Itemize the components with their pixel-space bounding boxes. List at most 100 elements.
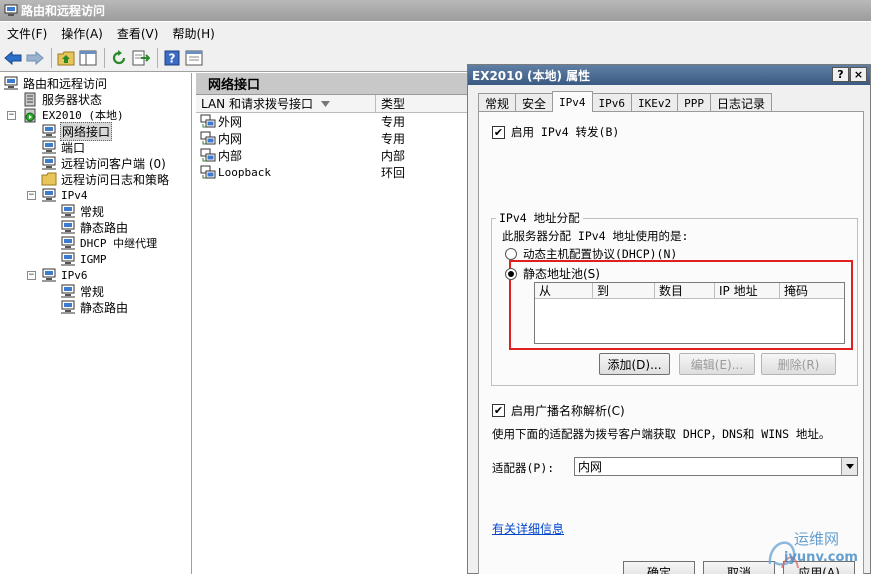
tree-node-ipv4-general[interactable]: 常规: [60, 203, 105, 219]
list-item[interactable]: 内部 内部: [196, 147, 468, 164]
toolbar-separator: [157, 47, 158, 68]
adapter-select[interactable]: 内网: [574, 457, 858, 476]
tree-node-remote-clients[interactable]: 远程访问客户端 (0): [41, 155, 167, 171]
tab-ipv6[interactable]: IPv6: [591, 93, 633, 112]
column-header-ip-address[interactable]: IP 地址: [715, 283, 780, 298]
network-interface-icon: [42, 124, 56, 137]
dhcp-relay-icon: [61, 236, 75, 249]
network-adapter-icon: [200, 165, 216, 179]
up-folder-icon[interactable]: [56, 48, 76, 68]
back-arrow-icon[interactable]: [3, 48, 23, 68]
rras-computer-icon: [4, 76, 18, 89]
protocol-icon: [42, 188, 56, 201]
enable-ipv4-forwarding-checkbox[interactable]: ✔ 启用 IPv4 转发(B): [492, 124, 619, 140]
tree-label: IPv6: [61, 268, 88, 282]
dropdown-arrow-icon[interactable]: [841, 458, 857, 475]
tree-node-dhcp-relay[interactable]: DHCP 中继代理: [60, 235, 158, 251]
tree-label: 端口: [61, 140, 86, 155]
column-header-from[interactable]: 从: [535, 283, 593, 298]
column-header-to[interactable]: 到: [593, 283, 655, 298]
tree-node-ipv6[interactable]: IPv6: [41, 267, 89, 283]
menu-view[interactable]: 查看(V): [110, 25, 166, 42]
radio-button[interactable]: [505, 248, 517, 260]
radio-static-pool[interactable]: 静态地址池(S): [505, 265, 600, 282]
properties-dialog: EX2010 (本地) 属性 ? × 常规 安全 IPv4 IPv6 IKEv2…: [467, 64, 871, 574]
menu-bar: 文件(F) 操作(A) 查看(V) 帮助(H): [0, 22, 871, 44]
network-adapter-icon: [200, 148, 216, 162]
tree-node-ipv4-static-routes[interactable]: 静态路由: [60, 219, 129, 235]
help-icon[interactable]: ?: [162, 48, 182, 68]
list-item[interactable]: Loopback 环回: [196, 164, 468, 181]
tree-node-server-status[interactable]: 服务器状态: [22, 91, 103, 107]
tree-label: 静态路由: [80, 220, 129, 235]
list-item[interactable]: 内网 专用: [196, 130, 468, 147]
tree-node-ports[interactable]: 端口: [41, 139, 86, 155]
tab-security[interactable]: 安全: [515, 93, 554, 112]
enable-broadcast-checkbox[interactable]: ✔ 启用广播名称解析(C): [492, 402, 625, 419]
close-button[interactable]: ×: [850, 67, 867, 82]
tree-node-ipv6-static-routes[interactable]: 静态路由: [60, 299, 129, 315]
static-route-icon: [61, 300, 75, 313]
assignment-description: 此服务器分配 IPv4 地址使用的是:: [502, 229, 689, 243]
column-header-count[interactable]: 数目: [655, 283, 715, 298]
tree-node-logging-policy[interactable]: 远程访问日志和策略: [41, 171, 170, 187]
column-header-mask[interactable]: 掩码: [780, 283, 835, 298]
tree-label: 常规: [80, 204, 105, 219]
adapter-label: 适配器(P):: [492, 461, 555, 475]
tab-ipv4[interactable]: IPv4: [552, 91, 593, 112]
tree-node-ipv4[interactable]: IPv4: [41, 187, 89, 203]
tree-node-network-interfaces[interactable]: 网络接口: [41, 121, 113, 141]
ports-icon: [42, 140, 56, 153]
menu-help[interactable]: 帮助(H): [165, 25, 221, 42]
properties-icon[interactable]: [184, 48, 204, 68]
network-adapter-icon: [200, 114, 216, 128]
help-question-button[interactable]: ?: [832, 67, 849, 82]
column-header-type[interactable]: 类型: [376, 95, 468, 112]
more-info-link[interactable]: 有关详细信息: [492, 520, 564, 537]
checkbox-box[interactable]: ✔: [492, 404, 505, 417]
svg-text:?: ?: [169, 51, 176, 65]
remove-button[interactable]: 删除(R): [761, 353, 836, 375]
folder-icon: [41, 172, 57, 185]
tree-node-ipv6-general[interactable]: 常规: [60, 283, 105, 299]
tree-label: IGMP: [80, 252, 107, 266]
group-title: IPv4 地址分配: [496, 210, 583, 226]
rras-computer-icon: [4, 4, 18, 16]
edit-button[interactable]: 编辑(E)...: [679, 353, 755, 375]
checkbox-box[interactable]: ✔: [492, 125, 505, 139]
static-route-icon: [61, 220, 75, 233]
radio-button[interactable]: [505, 267, 517, 280]
tab-logging[interactable]: 日志记录: [710, 93, 773, 112]
tab-strip: 常规 安全 IPv4 IPv6 IKEv2 PPP 日志记录: [478, 91, 773, 112]
collapse-toggle[interactable]: −: [27, 271, 36, 280]
dialog-title: EX2010 (本地) 属性: [472, 68, 591, 83]
pool-table-header: 从 到 数目 IP 地址 掩码: [535, 283, 844, 299]
general-icon: [61, 284, 75, 297]
network-adapter-icon: [200, 131, 216, 145]
show-hide-tree-icon[interactable]: [78, 48, 98, 68]
collapse-toggle[interactable]: −: [7, 111, 16, 120]
refresh-icon[interactable]: [109, 48, 129, 68]
tab-ppp[interactable]: PPP: [677, 93, 712, 112]
forward-arrow-icon[interactable]: [25, 48, 45, 68]
window-title-bar: 路由和远程访问: [0, 0, 871, 21]
tree-node-igmp[interactable]: IGMP: [60, 251, 108, 267]
menu-file[interactable]: 文件(F): [0, 25, 54, 42]
menu-action[interactable]: 操作(A): [54, 25, 110, 42]
watermark-text-url: iyunv.com: [784, 550, 858, 565]
list-item[interactable]: 外网 专用: [196, 113, 468, 130]
pane-title: 网络接口: [196, 73, 468, 95]
list-header: LAN 和请求拨号接口 类型: [196, 95, 468, 113]
add-button[interactable]: 添加(D)...: [599, 353, 670, 375]
export-list-icon[interactable]: [131, 48, 151, 68]
sort-down-icon: [320, 100, 330, 107]
ok-button[interactable]: 确定: [623, 561, 695, 574]
column-header-name[interactable]: LAN 和请求拨号接口: [196, 95, 376, 112]
remote-clients-icon: [42, 156, 56, 169]
server-status-icon: [24, 92, 36, 106]
tab-ikev2[interactable]: IKEv2: [631, 93, 679, 112]
tree-node-root[interactable]: 路由和远程访问: [3, 75, 108, 91]
collapse-toggle[interactable]: −: [27, 191, 36, 200]
tab-general[interactable]: 常规: [478, 93, 517, 112]
address-pool-table[interactable]: 从 到 数目 IP 地址 掩码: [534, 282, 845, 344]
